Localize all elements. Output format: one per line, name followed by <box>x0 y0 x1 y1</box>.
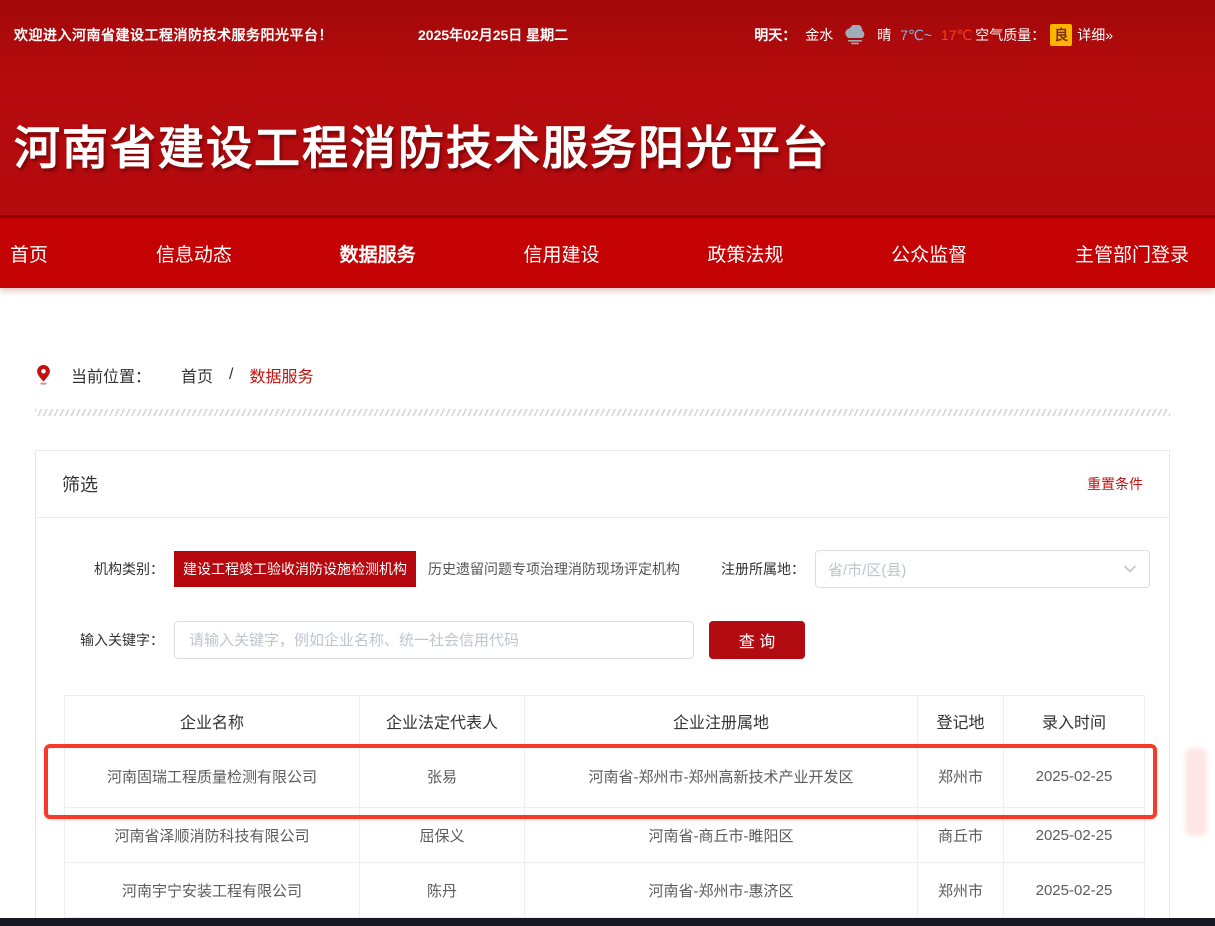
air-quality-badge: 良 <box>1050 24 1072 46</box>
page-title: 河南省建设工程消防技术服务阳光平台 <box>14 112 830 178</box>
table-header-row: 企业名称 企业法定代表人 企业注册属地 登记地 录入时间 <box>65 696 1145 746</box>
weather-label: 明天： <box>754 25 796 45</box>
reset-filters-link[interactable]: 重置条件 <box>1087 474 1143 494</box>
weather-detail-link[interactable]: 详细» <box>1077 25 1113 45</box>
col-registered-region: 企业注册属地 <box>525 696 918 746</box>
search-button[interactable]: 查 询 <box>709 621 805 659</box>
cell-registration-place: 郑州市 <box>918 863 1004 918</box>
highlight-glow-artifact <box>1185 748 1207 836</box>
cell-registration-place: 商丘市 <box>918 808 1004 863</box>
breadcrumb: 当前位置： 首页 / 数据服务 <box>36 363 1180 387</box>
keyword-filter-row: 输入关键字： 查 询 <box>36 621 1169 659</box>
cell-entry-date: 2025-02-25 <box>1004 808 1145 863</box>
companies-table: 企业名称 企业法定代表人 企业注册属地 登记地 录入时间 河南固瑞工程质量检测有… <box>64 695 1145 918</box>
cell-company-name: 河南宇宁安装工程有限公司 <box>65 863 360 918</box>
cell-registered-region: 河南省-郑州市-郑州高新技术产业开发区 <box>525 746 918 808</box>
filter-title: 筛选 <box>62 471 98 497</box>
footer-strip <box>0 918 1215 926</box>
breadcrumb-current: 数据服务 <box>249 363 313 387</box>
filter-panel: 筛选 重置条件 机构类别： 建设工程竣工验收消防设施检测机构 历史遗留问题专项治… <box>35 450 1170 926</box>
keyword-label: 输入关键字： <box>36 630 164 650</box>
nav-item-policy[interactable]: 政策法规 <box>707 240 783 267</box>
region-filter-group: 注册所属地： 省/市/区(县) <box>721 550 1150 588</box>
breadcrumb-label: 当前位置： <box>71 363 151 387</box>
weather-widget: 明天： 金水 晴 7℃~ 17℃ 空气质量： 良 详细» <box>754 24 1113 46</box>
nav-item-supervision[interactable]: 公众监督 <box>891 240 967 267</box>
top-info-bar: 欢迎进入河南省建设工程消防技术服务阳光平台！ 2025年02月25日 星期二 明… <box>0 0 1215 46</box>
cell-company-name: 河南省泽顺消防科技有限公司 <box>65 808 360 863</box>
cell-entry-date: 2025-02-25 <box>1004 863 1145 918</box>
table-row[interactable]: 河南省泽顺消防科技有限公司 屈保义 河南省-商丘市-睢阳区 商丘市 2025-0… <box>65 808 1145 863</box>
region-label: 注册所属地： <box>721 559 805 579</box>
filter-header: 筛选 重置条件 <box>36 451 1169 518</box>
col-registration-place: 登记地 <box>918 696 1004 746</box>
date-text: 2025年02月25日 星期二 <box>418 25 568 45</box>
keyword-input[interactable] <box>174 621 694 659</box>
cell-legal-rep: 屈保义 <box>360 808 525 863</box>
weather-district: 金水 <box>805 25 833 45</box>
category-option-detection-agency[interactable]: 建设工程竣工验收消防设施检测机构 <box>174 551 416 587</box>
region-select[interactable]: 省/市/区(县) <box>815 550 1150 588</box>
chevron-down-icon <box>1123 562 1137 576</box>
category-option-legacy-assessment[interactable]: 历史遗留问题专项治理消防现场评定机构 <box>419 551 689 587</box>
region-select-placeholder: 省/市/区(县) <box>828 559 906 580</box>
table-row[interactable]: 河南固瑞工程质量检测有限公司 张易 河南省-郑州市-郑州高新技术产业开发区 郑州… <box>65 746 1145 808</box>
cloud-icon <box>842 25 868 45</box>
temp-low: 7℃~ <box>900 27 932 44</box>
cell-legal-rep: 陈丹 <box>360 863 525 918</box>
cell-entry-date: 2025-02-25 <box>1004 746 1145 808</box>
col-legal-rep: 企业法定代表人 <box>360 696 525 746</box>
cell-registration-place: 郑州市 <box>918 746 1004 808</box>
slash-divider <box>35 409 1170 416</box>
nav-item-admin-login[interactable]: 主管部门登录 <box>1075 240 1189 267</box>
location-pin-icon <box>36 365 51 385</box>
cell-registered-region: 河南省-商丘市-睢阳区 <box>525 808 918 863</box>
air-quality-label: 空气质量： <box>975 25 1045 45</box>
col-entry-date: 录入时间 <box>1004 696 1145 746</box>
cell-company-name: 河南固瑞工程质量检测有限公司 <box>65 746 360 808</box>
breadcrumb-home-link[interactable]: 首页 <box>181 363 213 387</box>
nav-item-data-service[interactable]: 数据服务 <box>340 240 416 267</box>
col-company-name: 企业名称 <box>65 696 360 746</box>
weather-condition: 晴 <box>877 25 891 45</box>
category-label: 机构类别： <box>36 559 164 579</box>
nav-item-home[interactable]: 首页 <box>10 240 48 267</box>
breadcrumb-separator: / <box>229 366 233 384</box>
cell-registered-region: 河南省-郑州市-惠济区 <box>525 863 918 918</box>
site-header: 欢迎进入河南省建设工程消防技术服务阳光平台！ 2025年02月25日 星期二 明… <box>0 0 1215 215</box>
main-nav: 首页 信息动态 数据服务 信用建设 政策法规 公众监督 主管部门登录 <box>0 215 1215 288</box>
category-filter-row: 机构类别： 建设工程竣工验收消防设施检测机构 历史遗留问题专项治理消防现场评定机… <box>36 550 1169 588</box>
table-row[interactable]: 河南宇宁安装工程有限公司 陈丹 河南省-郑州市-惠济区 郑州市 2025-02-… <box>65 863 1145 918</box>
temp-high: 17℃ <box>941 27 972 44</box>
cell-legal-rep: 张易 <box>360 746 525 808</box>
welcome-text: 欢迎进入河南省建设工程消防技术服务阳光平台！ <box>14 25 333 45</box>
nav-item-credit[interactable]: 信用建设 <box>523 240 599 267</box>
nav-item-news[interactable]: 信息动态 <box>156 240 232 267</box>
